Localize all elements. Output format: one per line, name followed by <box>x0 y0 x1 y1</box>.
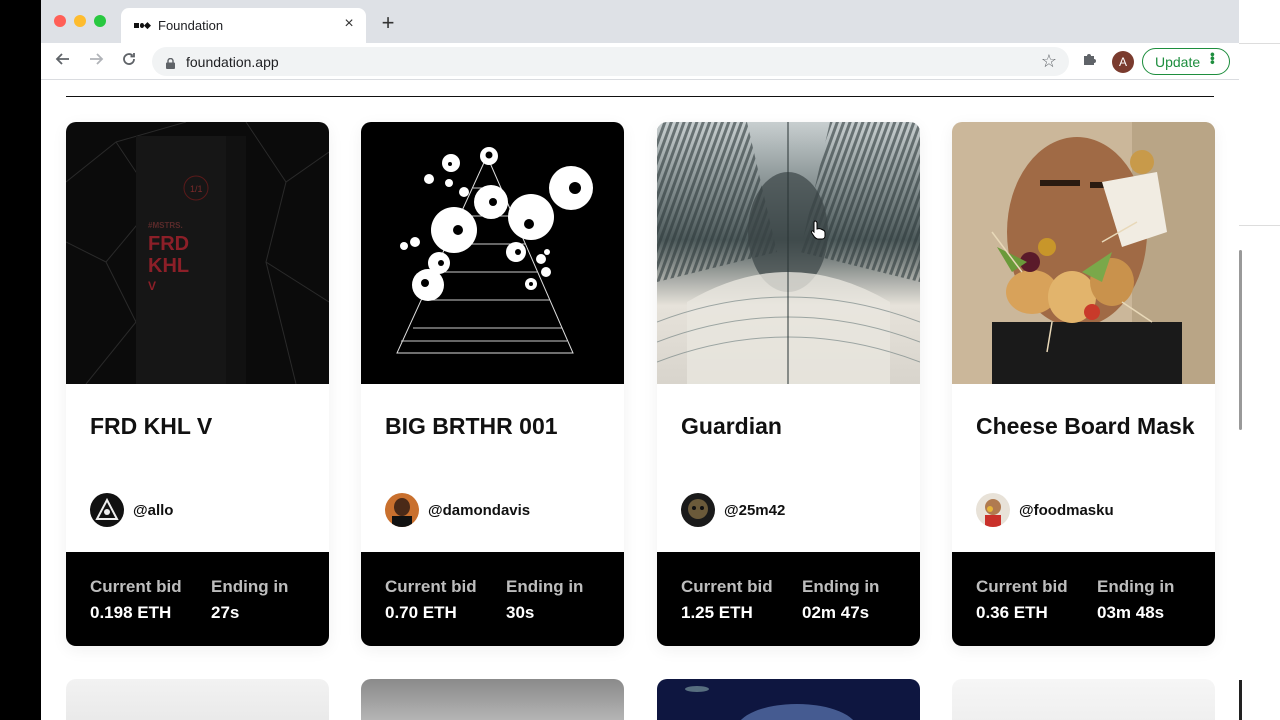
ending-in-value: 27s <box>211 603 240 622</box>
artwork-image[interactable]: 1/1 #MSTRS. FRD KHL V <box>66 122 329 384</box>
ending-in-value: 03m 48s <box>1097 603 1165 622</box>
address-bar[interactable]: foundation.app ☆ <box>152 47 1069 76</box>
current-bid-label: Current bid <box>90 577 182 596</box>
creator-handle: @damondavis <box>428 501 531 519</box>
artwork-card[interactable]: 1/1 #MSTRS. FRD KHL V FRD KHL V @allo Cu… <box>66 122 329 646</box>
hand-cursor-icon <box>810 220 826 240</box>
artwork-card-peek[interactable] <box>952 679 1215 720</box>
current-bid-label: Current bid <box>681 577 773 596</box>
ending-in-label: Ending in <box>211 577 289 596</box>
lock-icon <box>166 56 175 69</box>
creator-link[interactable]: @foodmasku <box>976 493 1114 527</box>
close-window-button[interactable] <box>54 15 66 27</box>
current-bid-value: 0.36 ETH <box>976 603 1048 622</box>
creator-link[interactable]: @damondavis <box>385 493 530 527</box>
artwork-title[interactable]: Cheese Board Mask <box>976 412 1196 441</box>
auction-footer: Current bid 0.36 ETH Ending in 03m 48s <box>952 552 1215 646</box>
foundation-favicon-icon <box>134 20 152 30</box>
art-tag-text: #MSTRS. <box>148 221 183 230</box>
new-tab-button[interactable]: + <box>378 12 398 34</box>
creator-handle: @25m42 <box>724 501 786 519</box>
ending-in-label: Ending in <box>1097 577 1175 596</box>
current-bid-label: Current bid <box>976 577 1068 596</box>
current-bid-value: 0.198 ETH <box>90 603 172 622</box>
current-bid-value: 1.25 ETH <box>681 603 753 622</box>
artwork-title[interactable]: FRD KHL V <box>90 412 310 441</box>
reload-icon[interactable] <box>119 51 139 71</box>
auction-footer: Current bid 0.198 ETH Ending in 27s <box>66 552 329 646</box>
update-button[interactable]: Update ••• <box>1142 48 1230 75</box>
back-arrow-icon[interactable] <box>53 51 73 71</box>
menu-kebab-icon[interactable]: ••• <box>1205 52 1221 64</box>
current-bid-label: Current bid <box>385 577 477 596</box>
profile-avatar[interactable]: A <box>1112 51 1134 73</box>
extensions-puzzle-icon[interactable] <box>1081 51 1099 69</box>
artwork-card-peek[interactable] <box>657 679 920 720</box>
ending-in-value: 30s <box>506 603 535 622</box>
auction-footer: Current bid 0.70 ETH Ending in 30s <box>361 552 624 646</box>
art-line-2: KHL <box>148 255 189 277</box>
auction-footer: Current bid 1.25 ETH Ending in 02m 47s <box>657 552 920 646</box>
browser-toolbar: foundation.app ☆ A Update ••• <box>41 43 1239 80</box>
bookmark-star-icon[interactable]: ☆ <box>1041 51 1057 72</box>
artwork-image[interactable] <box>361 122 624 384</box>
avatar <box>976 493 1010 527</box>
tab-foundation[interactable]: Foundation × <box>121 8 366 43</box>
close-tab-icon[interactable]: × <box>341 16 357 32</box>
update-label: Update <box>1155 54 1201 70</box>
artwork-image[interactable] <box>657 122 920 384</box>
artwork-title[interactable]: Guardian <box>681 412 901 441</box>
browser-window: Foundation × + foundation.app ☆ A Update <box>41 0 1239 720</box>
current-bid-value: 0.70 ETH <box>385 603 457 622</box>
artwork-card[interactable]: BIG BRTHR 001 @damondavis Current bid 0.… <box>361 122 624 646</box>
artwork-card-peek[interactable] <box>66 679 329 720</box>
forward-arrow-icon[interactable] <box>86 51 106 71</box>
artwork-title[interactable]: BIG BRTHR 001 <box>385 412 605 441</box>
creator-handle: @allo <box>133 501 174 519</box>
url-text: foundation.app <box>186 54 279 70</box>
divider <box>66 96 1214 97</box>
ending-in-value: 02m 47s <box>802 603 870 622</box>
avatar <box>681 493 715 527</box>
artwork-card[interactable]: Guardian @25m42 Current bid 1.25 ETH End… <box>657 122 920 646</box>
creator-handle: @foodmasku <box>1019 501 1114 519</box>
tab-bar: Foundation × + <box>41 0 1239 43</box>
page-content: 1/1 #MSTRS. FRD KHL V FRD KHL V @allo Cu… <box>41 81 1239 720</box>
tab-title: Foundation <box>158 18 224 33</box>
artwork-card[interactable]: Cheese Board Mask @foodmasku Current bid… <box>952 122 1215 646</box>
artwork-card-peek[interactable] <box>361 679 624 720</box>
minimize-window-button[interactable] <box>74 15 86 27</box>
adjacent-window-edge <box>1239 0 1280 720</box>
avatar <box>90 493 124 527</box>
artwork-image[interactable] <box>952 122 1215 384</box>
creator-link[interactable]: @25m42 <box>681 493 785 527</box>
ending-in-label: Ending in <box>506 577 584 596</box>
ending-in-label: Ending in <box>802 577 880 596</box>
art-line-1: FRD <box>148 233 189 255</box>
art-edition-text: 1/1 <box>190 184 203 194</box>
avatar <box>385 493 419 527</box>
maximize-window-button[interactable] <box>94 15 106 27</box>
art-line-3: V <box>148 279 156 293</box>
creator-link[interactable]: @allo <box>90 493 173 527</box>
